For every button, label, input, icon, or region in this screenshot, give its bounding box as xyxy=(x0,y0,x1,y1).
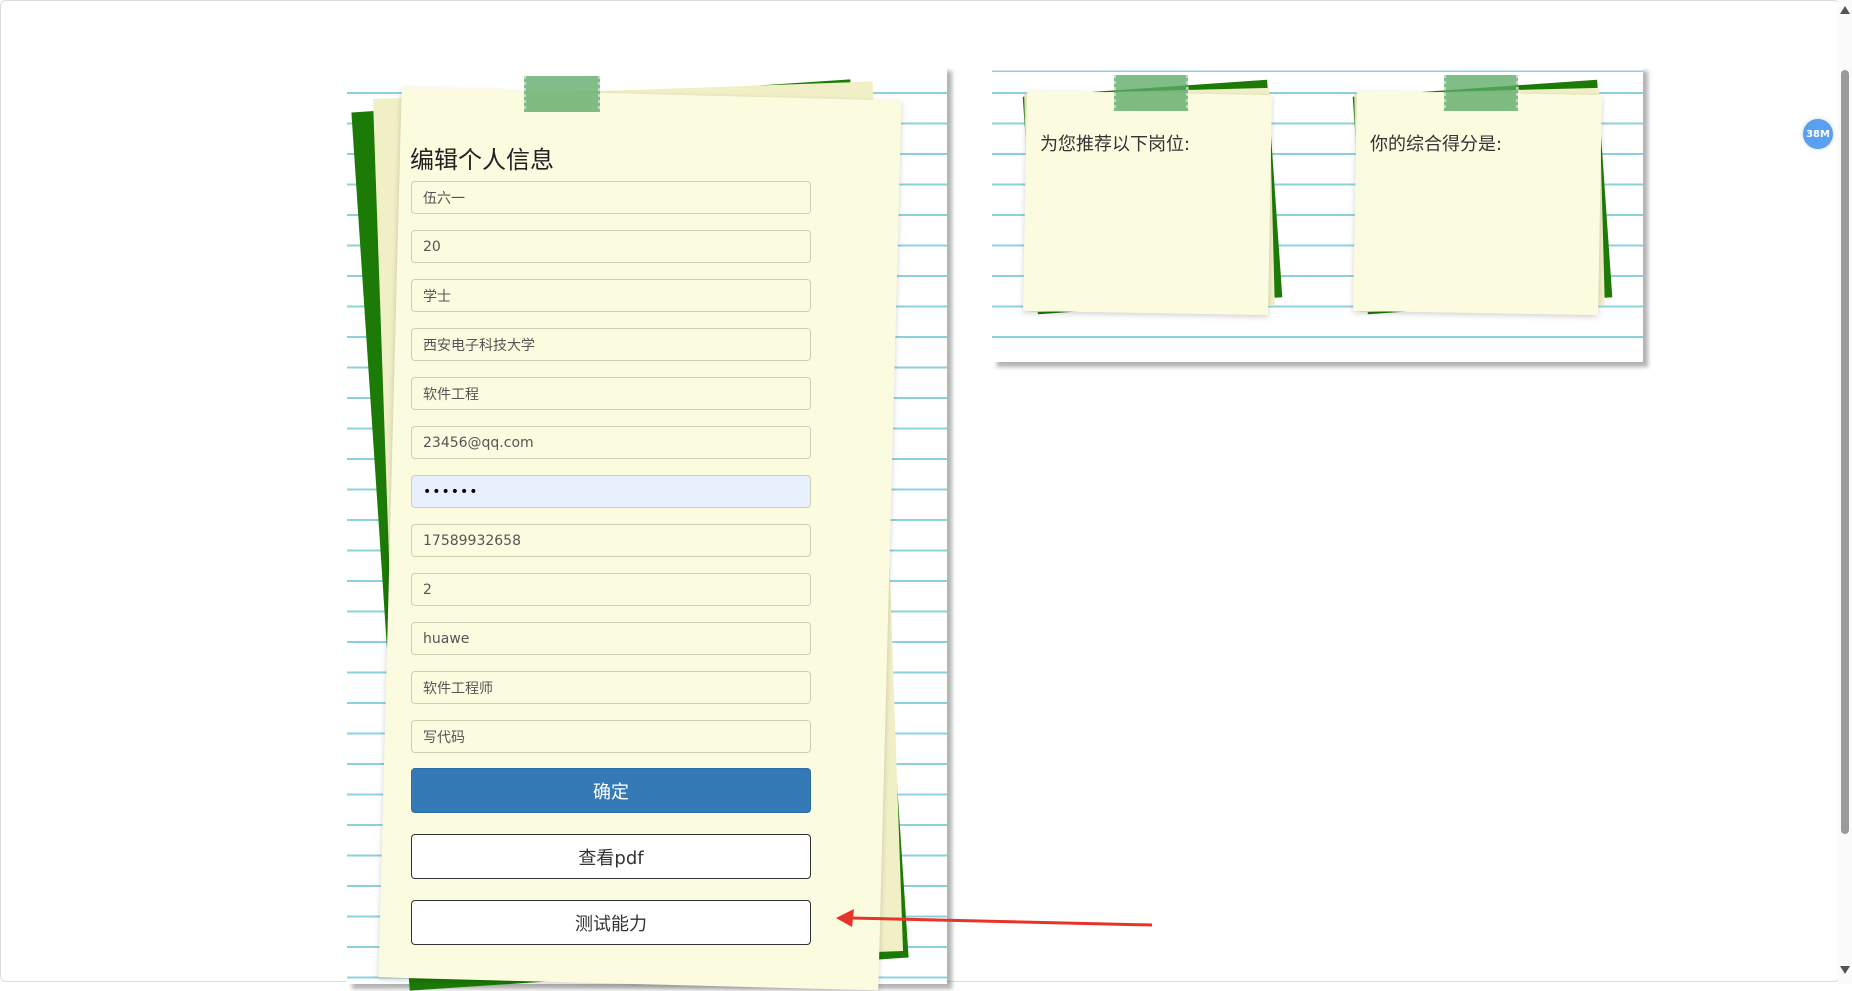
experience-field[interactable] xyxy=(411,573,811,606)
score-label: 你的综合得分是: xyxy=(1370,134,1503,155)
form-title: 编辑个人信息 xyxy=(410,146,554,174)
test-ability-button[interactable]: 测试能力 xyxy=(411,900,811,945)
name-field[interactable] xyxy=(411,181,811,214)
company-field[interactable] xyxy=(411,622,811,655)
password-field[interactable] xyxy=(411,475,811,508)
note1-tape xyxy=(1113,75,1189,111)
note2-front xyxy=(1353,90,1602,316)
degree-field[interactable] xyxy=(411,279,811,312)
major-field[interactable] xyxy=(411,377,811,410)
scroll-down-arrow-icon[interactable] xyxy=(1840,966,1850,974)
vertical-scrollbar[interactable] xyxy=(1838,0,1852,984)
scroll-up-arrow-icon[interactable] xyxy=(1840,6,1850,14)
tape-strip xyxy=(523,76,601,112)
note2-tape xyxy=(1443,75,1519,111)
school-field[interactable] xyxy=(411,328,811,361)
memory-badge[interactable]: 38M xyxy=(1803,119,1833,149)
skills-field[interactable] xyxy=(411,720,811,753)
view-pdf-button[interactable]: 查看pdf xyxy=(411,834,811,879)
recommend-label: 为您推荐以下岗位: xyxy=(1040,134,1191,155)
note1-front xyxy=(1023,90,1272,316)
scrollbar-thumb[interactable] xyxy=(1841,70,1849,834)
position-field[interactable] xyxy=(411,671,811,704)
phone-field[interactable] xyxy=(411,524,811,557)
confirm-button[interactable]: 确定 xyxy=(411,768,811,813)
age-field[interactable] xyxy=(411,230,811,263)
annotation-arrow-icon xyxy=(836,909,1153,927)
email-field[interactable] xyxy=(411,426,811,459)
